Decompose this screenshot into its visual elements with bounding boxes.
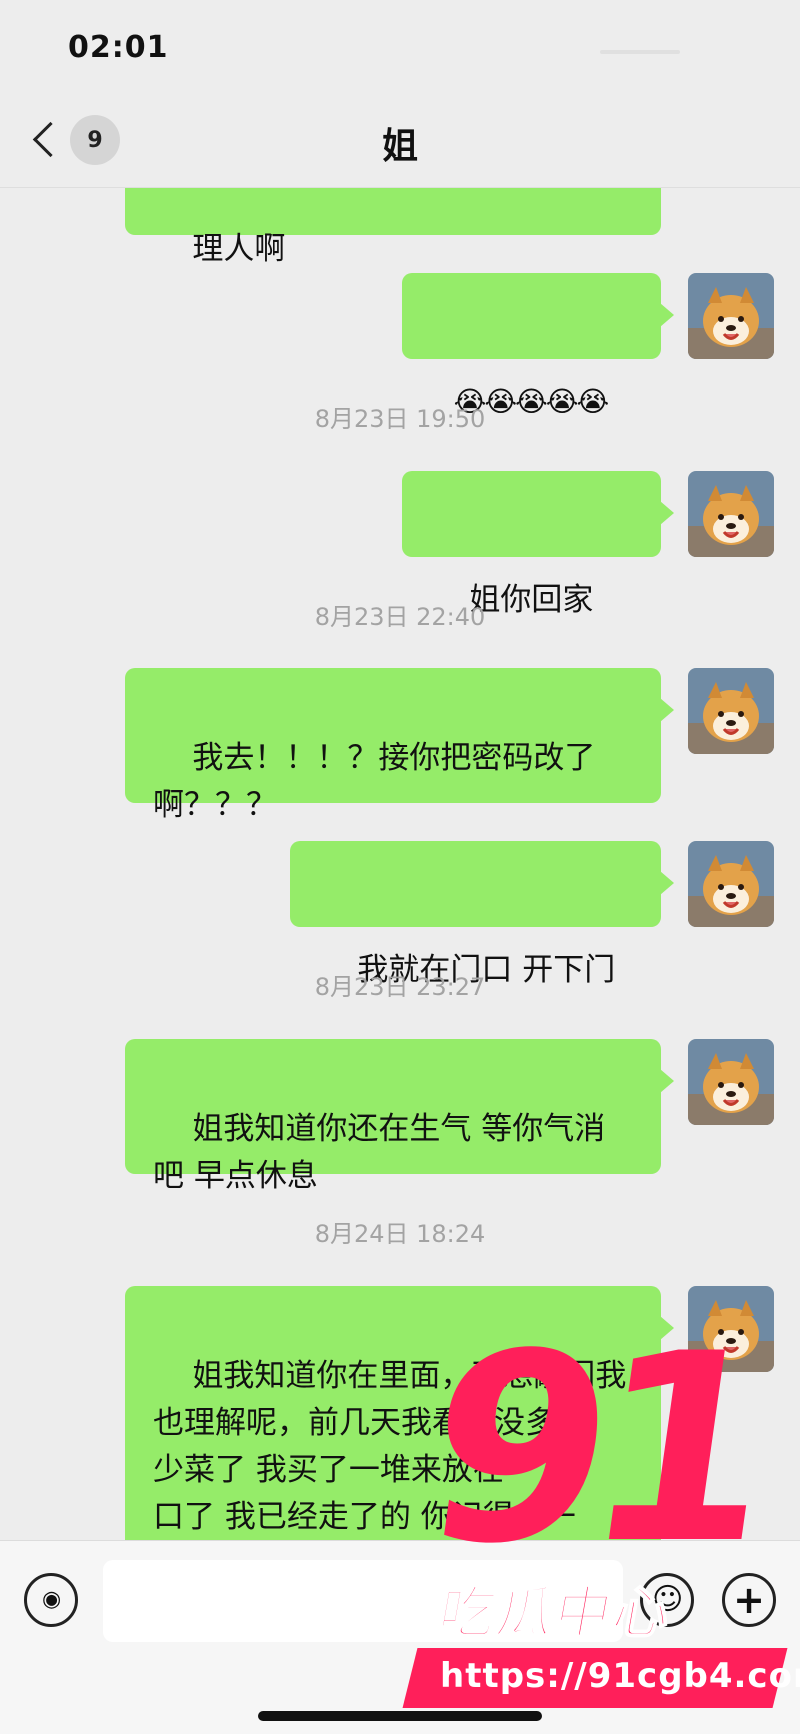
message-text: 姐我知道你还在生气 等你气消 吧 早点休息 bbox=[153, 1111, 606, 1194]
avatar[interactable] bbox=[688, 841, 774, 927]
message-bubble[interactable]: 理人啊 bbox=[125, 187, 661, 267]
shiba-avatar-image bbox=[688, 841, 774, 927]
message-bubble[interactable]: 姐我知道你在里面，不想敲门我 也理解呢，前几天我看到没多 少菜了 我买了一堆来放… bbox=[125, 1286, 674, 1540]
timestamp: 8月23日 22:40 bbox=[314, 603, 486, 631]
chat-title: 姐 bbox=[381, 126, 418, 167]
shiba-avatar-image bbox=[688, 668, 774, 754]
shiba-avatar-image bbox=[688, 471, 774, 557]
message-text: 理人啊 bbox=[192, 231, 286, 267]
emoji-icon: ☺ bbox=[652, 1582, 684, 1617]
message-bubble[interactable]: 😭😭😭😭😭😭 bbox=[402, 273, 674, 504]
message-text: 姐我知道你在里面，不想敲门我 也理解呢，前几天我看到没多 少菜了 我买了一堆来放… bbox=[153, 1358, 627, 1535]
input-bar: ◉ ☺ + bbox=[0, 1540, 800, 1734]
voice-icon: ◉ bbox=[42, 1587, 62, 1612]
shiba-avatar-image bbox=[688, 273, 774, 359]
avatar[interactable] bbox=[688, 471, 774, 557]
avatar[interactable] bbox=[688, 273, 774, 359]
message-bubble[interactable]: 我去！！！？接你把密码改了 啊？？？ bbox=[125, 668, 674, 823]
chat-area[interactable]: 理人啊 😭😭😭😭😭😭 8月23日 19:50 姐你回家没? 8月23日 22:4… bbox=[0, 187, 800, 1540]
message-text: 我去！！！？接你把密码改了 啊？？？ bbox=[153, 740, 596, 823]
message-bubble[interactable]: 姐你回家没? bbox=[402, 471, 674, 704]
timestamp: 8月23日 23:27 bbox=[314, 973, 486, 1001]
avatar[interactable] bbox=[688, 1286, 774, 1372]
shiba-avatar-image bbox=[688, 1039, 774, 1125]
status-time: 02:01 bbox=[68, 30, 169, 65]
nav-bar: 9 姐 bbox=[0, 95, 800, 188]
voice-button[interactable]: ◉ bbox=[24, 1573, 78, 1627]
plus-icon: + bbox=[733, 1578, 765, 1622]
more-button[interactable]: + bbox=[722, 1573, 776, 1627]
timestamp: 8月23日 19:50 bbox=[314, 405, 486, 433]
status-bar: 02:01 bbox=[0, 0, 800, 95]
message-bubble[interactable]: 姐我知道你还在生气 等你气消 吧 早点休息 bbox=[125, 1039, 674, 1194]
status-indicator bbox=[600, 50, 680, 54]
shiba-avatar-image bbox=[688, 1286, 774, 1372]
emoji-button[interactable]: ☺ bbox=[640, 1573, 694, 1627]
timestamp: 8月24日 18:24 bbox=[314, 1220, 486, 1248]
avatar[interactable] bbox=[688, 1039, 774, 1125]
home-indicator bbox=[258, 1711, 542, 1721]
avatar[interactable] bbox=[688, 668, 774, 754]
message-input[interactable] bbox=[103, 1560, 623, 1642]
message-bubble[interactable]: 我就在门口 开下门啊 bbox=[290, 841, 674, 1074]
